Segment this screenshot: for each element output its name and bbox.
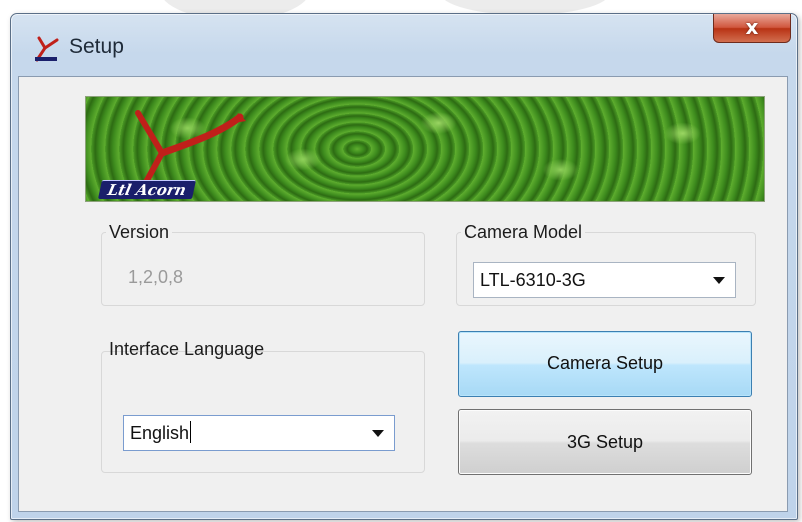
- 3g-setup-button[interactable]: 3G Setup: [458, 409, 752, 475]
- interface-language-selected: English: [130, 423, 190, 443]
- close-icon: x: [745, 15, 759, 39]
- close-button[interactable]: x: [713, 14, 791, 43]
- chevron-down-icon[interactable]: [713, 277, 725, 284]
- camera-model-label: Camera Model: [464, 222, 583, 242]
- client-area: Ltl Acorn Version 1,2,0,8 Camera Model L…: [18, 76, 788, 512]
- interface-language-select[interactable]: English: [123, 415, 395, 451]
- window-title: Setup: [69, 35, 124, 58]
- version-label: Version: [109, 222, 170, 242]
- text-caret: [190, 421, 192, 443]
- camera-model-select[interactable]: LTL-6310-3G: [473, 262, 736, 298]
- interface-language-label: Interface Language: [109, 339, 265, 359]
- brand-logo-text: Ltl Acorn: [97, 180, 197, 199]
- setup-window: Setup x Ltl Acorn Version 1,2,0,8 Camera…: [10, 13, 798, 520]
- camera-model-selected: LTL-6310-3G: [480, 270, 586, 290]
- chevron-down-icon[interactable]: [372, 430, 384, 437]
- interface-language-group: Interface Language: [101, 339, 425, 473]
- title-bar[interactable]: Setup x: [11, 14, 797, 76]
- ltl-acorn-y-logo-icon: [33, 34, 61, 62]
- version-group: Version 1,2,0,8: [101, 222, 425, 306]
- version-value: 1,2,0,8: [128, 267, 184, 287]
- camera-setup-button[interactable]: Camera Setup: [458, 331, 752, 397]
- brand-banner: Ltl Acorn: [85, 96, 765, 202]
